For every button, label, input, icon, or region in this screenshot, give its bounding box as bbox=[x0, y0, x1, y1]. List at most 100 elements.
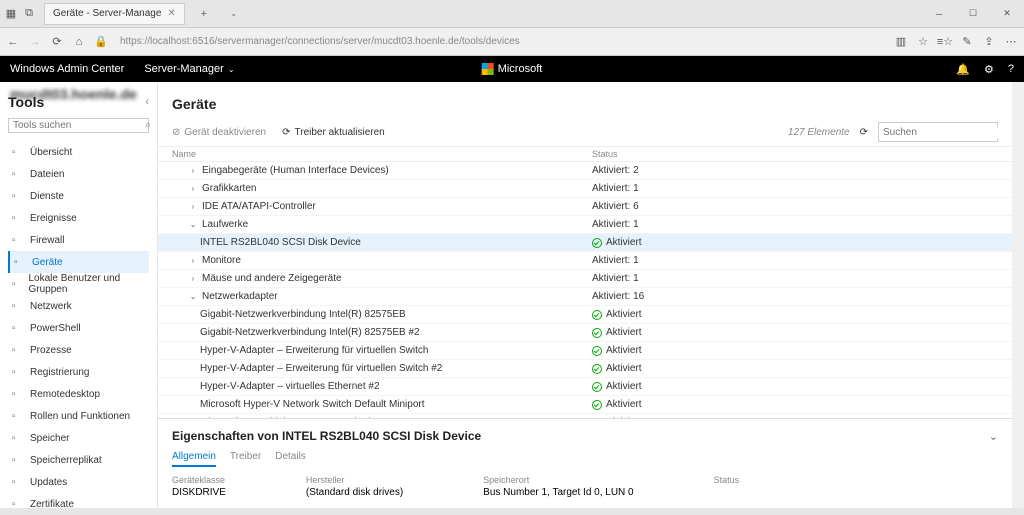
window-titlebar: ▦ ⧉ Geräte - Server-Manage ✕ + ⌄ ─ ☐ ✕ bbox=[0, 0, 1024, 28]
newwindow-icon[interactable]: ⧉ bbox=[22, 7, 36, 21]
device-group[interactable]: ›GrafikkartenAktiviert: 1 bbox=[158, 180, 1012, 198]
col-status[interactable]: Status bbox=[592, 149, 618, 159]
reader-icon[interactable]: ▥ bbox=[894, 35, 908, 49]
sidebar-item-rollen-und-funktionen[interactable]: ▫Rollen und Funktionen bbox=[8, 405, 149, 427]
favorite-icon[interactable]: ☆ bbox=[916, 35, 930, 49]
settings-icon[interactable]: ⚙ bbox=[984, 63, 994, 76]
device-item[interactable]: Microsoft Hyper-V Network Switch Default… bbox=[158, 396, 1012, 414]
tab-general[interactable]: Allgemein bbox=[172, 451, 216, 467]
refresh-icon[interactable]: ⟳ bbox=[50, 35, 64, 49]
status-text: Aktiviert: 6 bbox=[592, 201, 639, 212]
tab-details[interactable]: Details bbox=[275, 451, 306, 467]
tab-menu-button[interactable]: ⌄ bbox=[223, 3, 245, 25]
device-label: Microsoft Hyper-V Network Switch Default… bbox=[200, 399, 425, 410]
chevron-icon[interactable]: › bbox=[188, 202, 198, 211]
device-group[interactable]: ›MonitoreAktiviert: 1 bbox=[158, 252, 1012, 270]
column-headers: Name Status bbox=[158, 147, 1012, 162]
device-label: Gigabit-Netzwerkverbindung Intel(R) 8257… bbox=[200, 327, 420, 338]
sidebar-item-powershell[interactable]: ▫PowerShell bbox=[8, 317, 149, 339]
col-name[interactable]: Name bbox=[172, 149, 592, 159]
context-dropdown[interactable]: Server-Manager ⌄ bbox=[144, 63, 234, 75]
status-text: Aktiviert bbox=[606, 363, 642, 374]
share-icon[interactable]: ⇪ bbox=[982, 35, 996, 49]
notes-icon[interactable]: ✎ bbox=[960, 35, 974, 49]
status-text: Aktiviert: 1 bbox=[592, 183, 639, 194]
sidebar-item-speicher[interactable]: ▫Speicher bbox=[8, 427, 149, 449]
status-ok-icon bbox=[592, 382, 602, 392]
device-group[interactable]: ⌄NetzwerkadapterAktiviert: 16 bbox=[158, 288, 1012, 306]
chevron-icon[interactable]: › bbox=[188, 184, 198, 193]
back-icon[interactable]: ← bbox=[6, 35, 20, 49]
status-ok-icon bbox=[592, 238, 602, 248]
device-tree[interactable]: ›Eingabegeräte (Human Interface Devices)… bbox=[158, 162, 1012, 418]
update-driver-button[interactable]: ⟳ Treiber aktualisieren bbox=[282, 127, 385, 138]
help-icon[interactable]: ? bbox=[1008, 63, 1014, 75]
sidebar-item-dateien[interactable]: ▫Dateien bbox=[8, 163, 149, 185]
nav-icon: ▫ bbox=[12, 213, 24, 224]
scrollbar[interactable] bbox=[1012, 82, 1024, 508]
sidebar-item-lokale-benutzer-und-gruppen[interactable]: ▫Lokale Benutzer und Gruppen bbox=[8, 273, 149, 295]
menu-icon[interactable]: ⋯ bbox=[1004, 35, 1018, 49]
properties-panel: Eigenschaften von INTEL RS2BL040 SCSI Di… bbox=[158, 418, 1012, 508]
device-search[interactable]: ⌕ bbox=[878, 122, 998, 142]
device-item[interactable]: Hyper-V-Adapter – Erweiterung für virtue… bbox=[158, 360, 1012, 378]
sidebar-item-firewall[interactable]: ▫Firewall bbox=[8, 229, 149, 251]
sidebar-item-zertifikate[interactable]: ▫Zertifikate bbox=[8, 493, 149, 515]
app-icon: ▦ bbox=[4, 7, 18, 21]
tools-search[interactable]: ⌕ bbox=[8, 118, 149, 133]
nav-icon: ▫ bbox=[12, 323, 24, 334]
device-search-input[interactable] bbox=[883, 127, 1012, 138]
notifications-icon[interactable]: 🔔 bbox=[956, 63, 970, 76]
collapse-sidebar-icon[interactable]: ‹ bbox=[145, 96, 149, 108]
forward-icon[interactable]: → bbox=[28, 35, 42, 49]
maximize-button[interactable]: ☐ bbox=[956, 0, 990, 28]
tab-driver[interactable]: Treiber bbox=[230, 451, 261, 467]
new-tab-button[interactable]: + bbox=[193, 3, 215, 25]
chevron-icon[interactable]: ⌄ bbox=[188, 292, 198, 301]
chevron-icon[interactable]: › bbox=[188, 274, 198, 283]
refresh-list-icon[interactable]: ⟳ bbox=[860, 127, 868, 138]
home-icon[interactable]: ⌂ bbox=[72, 35, 86, 49]
chevron-icon[interactable]: › bbox=[188, 166, 198, 175]
chevron-icon[interactable]: ⌄ bbox=[188, 220, 198, 229]
disable-device-button[interactable]: ⊘ Gerät deaktivieren bbox=[172, 127, 266, 138]
device-item[interactable]: INTEL RS2BL040 SCSI Disk DeviceAktiviert bbox=[158, 234, 1012, 252]
device-item[interactable]: Gigabit-Netzwerkverbindung Intel(R) 8257… bbox=[158, 306, 1012, 324]
url-field[interactable]: https://localhost:6516/servermanager/con… bbox=[116, 36, 886, 47]
prop-location-label: Speicherort bbox=[483, 475, 633, 485]
sidebar-item-ereignisse[interactable]: ▫Ereignisse bbox=[8, 207, 149, 229]
collapse-properties-icon[interactable]: ⌄ bbox=[989, 430, 998, 443]
sidebar-item-netzwerk[interactable]: ▫Netzwerk bbox=[8, 295, 149, 317]
sidebar-item-speicherreplikat[interactable]: ▫Speicherreplikat bbox=[8, 449, 149, 471]
status-text: Aktiviert bbox=[606, 327, 642, 338]
sidebar-item-übersicht[interactable]: ▫Übersicht bbox=[8, 141, 149, 163]
sidebar-item-remotedesktop[interactable]: ▫Remotedesktop bbox=[8, 383, 149, 405]
item-count: 127 Elemente bbox=[788, 127, 850, 138]
device-group[interactable]: ›Mäuse und andere ZeigegeräteAktiviert: … bbox=[158, 270, 1012, 288]
sidebar-item-updates[interactable]: ▫Updates bbox=[8, 471, 149, 493]
tools-search-input[interactable] bbox=[13, 120, 145, 131]
close-icon[interactable]: ✕ bbox=[167, 8, 175, 19]
device-item[interactable]: Hyper-V-Adapter – Erweiterung für virtue… bbox=[158, 342, 1012, 360]
close-window-button[interactable]: ✕ bbox=[990, 0, 1024, 28]
device-item[interactable]: Hyper-V-Adapter – virtuelles Ethernet #2… bbox=[158, 378, 1012, 396]
device-item[interactable]: Gigabit-Netzwerkverbindung Intel(R) 8257… bbox=[158, 324, 1012, 342]
device-group[interactable]: ›Eingabegeräte (Human Interface Devices)… bbox=[158, 162, 1012, 180]
browser-tab[interactable]: Geräte - Server-Manage ✕ bbox=[44, 3, 185, 25]
minimize-button[interactable]: ─ bbox=[922, 0, 956, 28]
status-ok-icon bbox=[592, 310, 602, 320]
sidebar-item-dienste[interactable]: ▫Dienste bbox=[8, 185, 149, 207]
sidebar-item-prozesse[interactable]: ▫Prozesse bbox=[8, 339, 149, 361]
device-label: IDE ATA/ATAPI-Controller bbox=[202, 201, 316, 212]
status-ok-icon bbox=[592, 364, 602, 374]
sidebar-item-geräte[interactable]: ▫Geräte bbox=[8, 251, 149, 273]
favorites-bar-icon[interactable]: ≡☆ bbox=[938, 35, 952, 49]
status-text: Aktiviert bbox=[606, 381, 642, 392]
prop-status-label: Status bbox=[714, 475, 740, 485]
device-group[interactable]: › IDE ATA/ATAPI-Controller Aktiviert: 6 bbox=[158, 198, 1012, 216]
nav-icon: ▫ bbox=[12, 147, 24, 158]
sidebar-item-registrierung[interactable]: ▫Registrierung bbox=[8, 361, 149, 383]
status-text: Aktiviert bbox=[606, 309, 642, 320]
device-group[interactable]: ⌄LaufwerkeAktiviert: 1 bbox=[158, 216, 1012, 234]
chevron-icon[interactable]: › bbox=[188, 256, 198, 265]
